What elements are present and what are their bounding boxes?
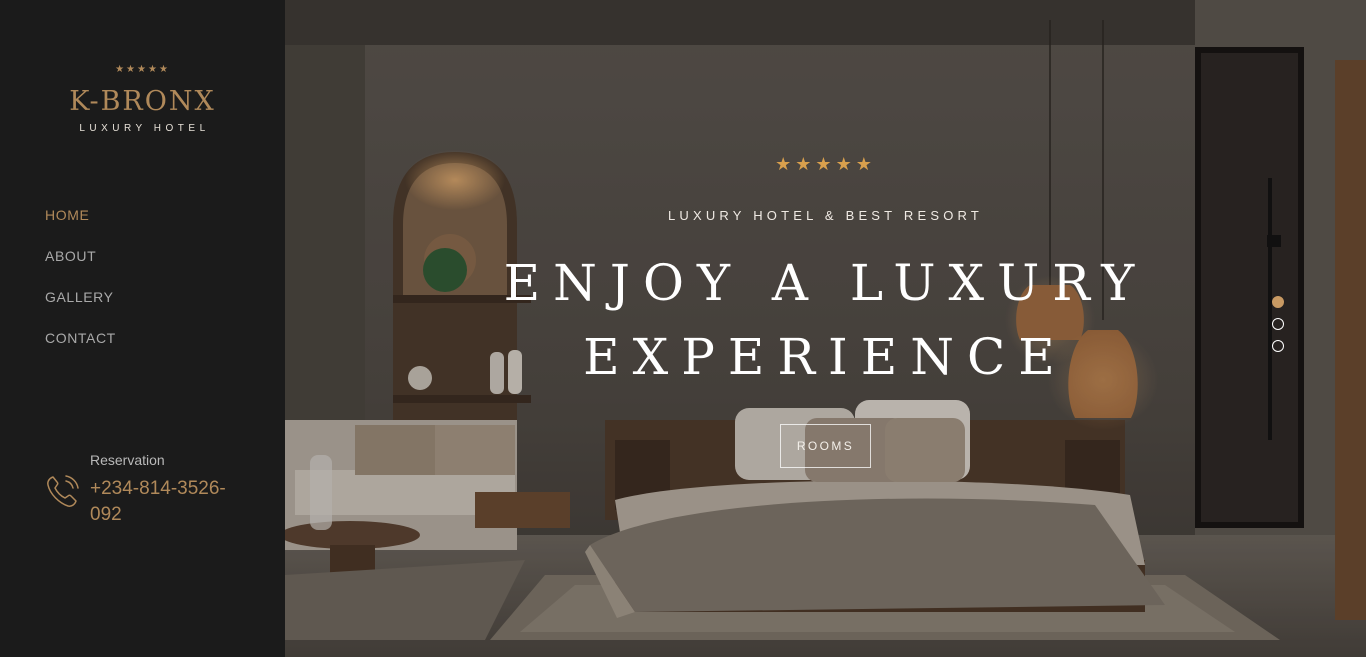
phone-icon: [47, 475, 79, 507]
reservation-block: Reservation +234-814-3526-092: [44, 450, 244, 530]
hero-rating-stars: ★★★★★: [775, 154, 876, 174]
reservation-phone-link[interactable]: +234-814-3526-092: [90, 476, 230, 528]
nav-item-gallery[interactable]: GALLERY: [45, 286, 116, 327]
nav-item-home[interactable]: HOME: [45, 204, 116, 245]
slider-dot-1[interactable]: [1272, 296, 1284, 308]
rooms-button[interactable]: ROOMS: [780, 424, 871, 468]
main-nav: HOME ABOUT GALLERY CONTACT: [45, 204, 116, 368]
nav-link-about[interactable]: ABOUT: [45, 248, 96, 264]
hero-title-line-1: ENJOY A LUXURY: [503, 254, 1148, 312]
hero-title: ENJOY A LUXURY EXPERIENCE: [285, 246, 1366, 394]
nav-item-contact[interactable]: CONTACT: [45, 327, 116, 368]
nav-item-about[interactable]: ABOUT: [45, 245, 116, 286]
slider-pagination: [1272, 296, 1286, 362]
logo-name: K-BRONX: [69, 86, 216, 117]
hero-title-line-2: EXPERIENCE: [583, 328, 1068, 386]
nav-link-gallery[interactable]: GALLERY: [45, 289, 114, 305]
hero-section: ★★★★★ LUXURY HOTEL & BEST RESORT ENJOY A…: [285, 0, 1366, 657]
slider-dot-2[interactable]: [1272, 318, 1284, 330]
logo[interactable]: ★★★★★ K-BRONX LUXURY HOTEL: [0, 62, 285, 134]
slider-dot-3[interactable]: [1272, 340, 1284, 352]
nav-link-contact[interactable]: CONTACT: [45, 330, 116, 346]
hero-tagline: LUXURY HOTEL & BEST RESORT: [667, 208, 984, 223]
logo-subtitle: LUXURY HOTEL: [79, 123, 210, 134]
nav-link-home[interactable]: HOME: [45, 207, 89, 223]
logo-stars: ★★★★★: [115, 64, 170, 75]
sidebar: ★★★★★ K-BRONX LUXURY HOTEL HOME ABOUT GA…: [0, 0, 285, 657]
reservation-label: Reservation: [90, 452, 165, 468]
